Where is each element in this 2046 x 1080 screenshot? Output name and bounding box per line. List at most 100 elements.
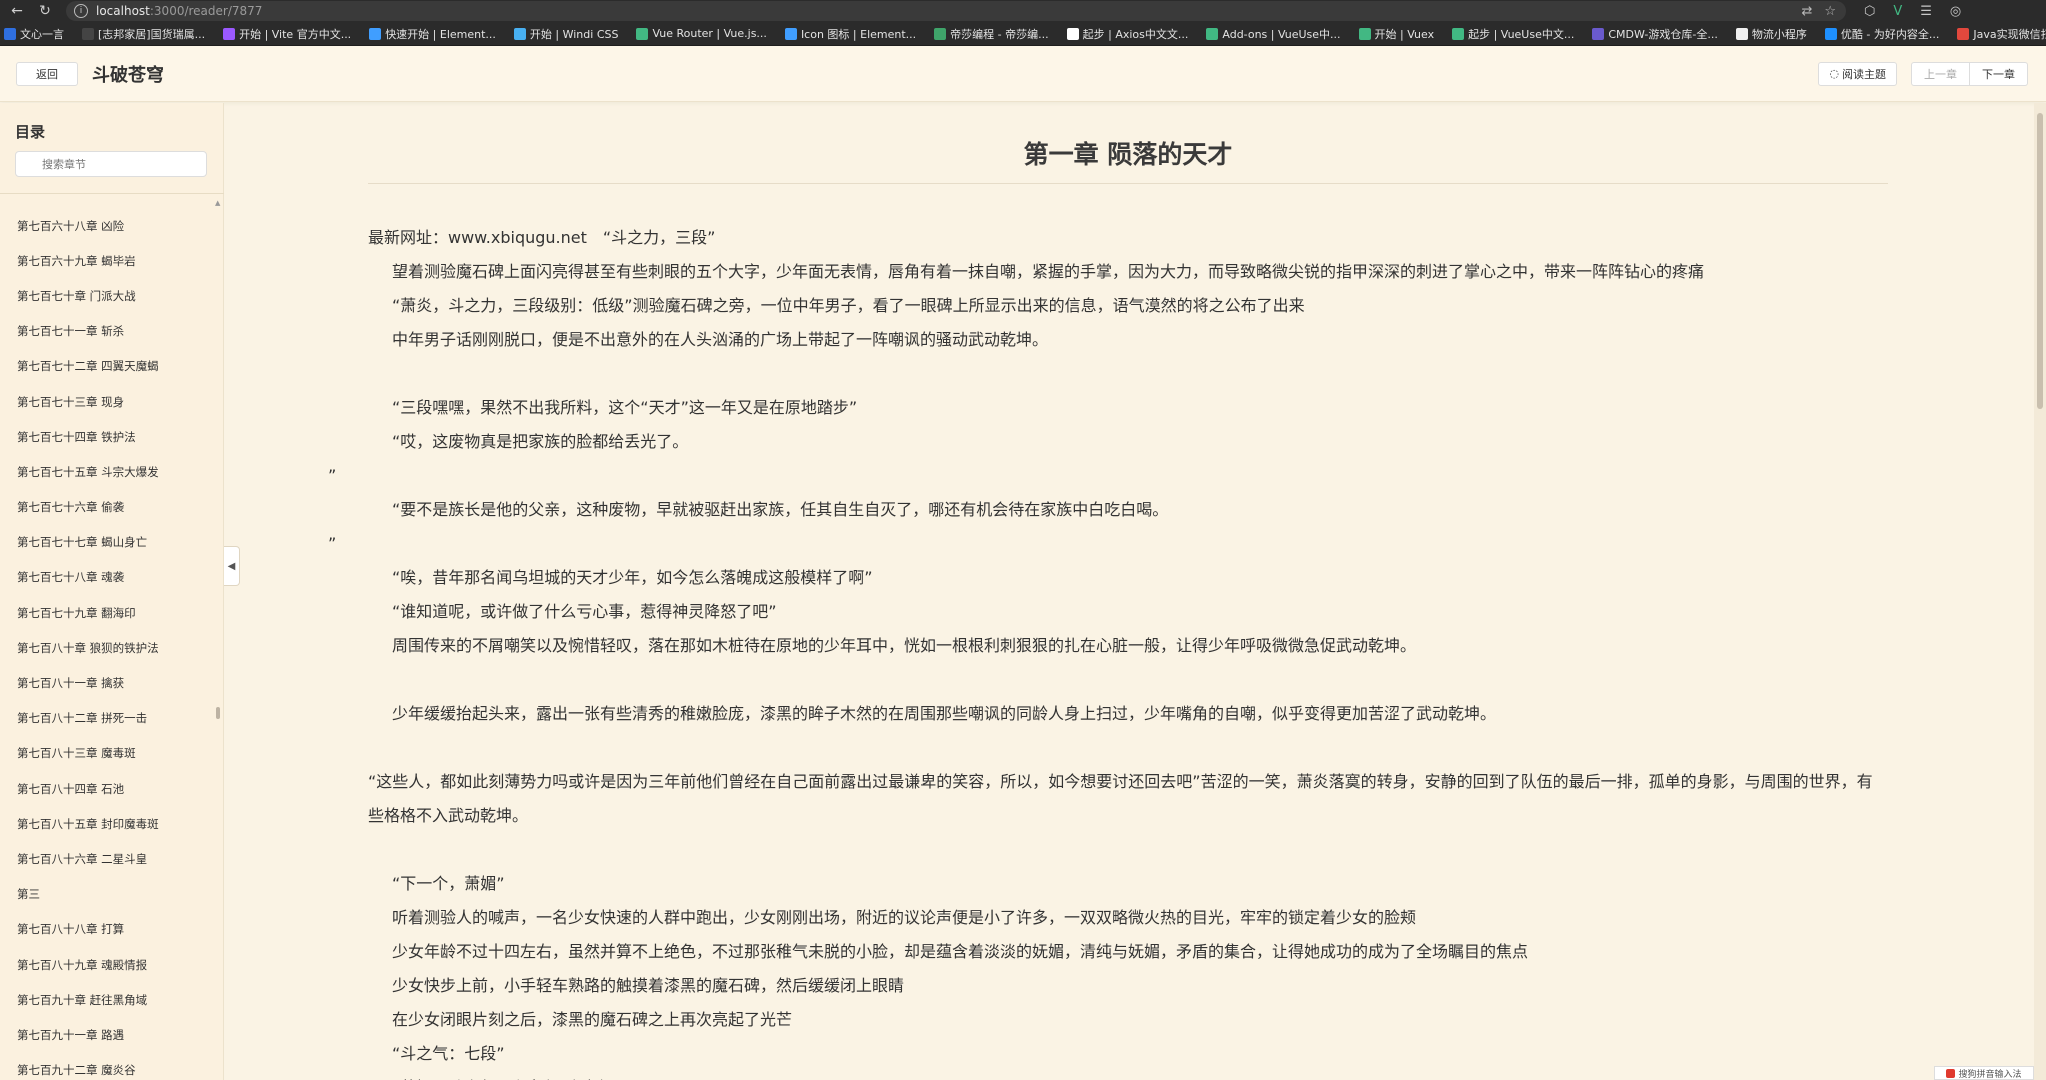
toc-item[interactable]: 第七百九十二章 魔炎谷: [0, 1053, 212, 1080]
toc-scrollbar[interactable]: ▲: [214, 195, 222, 1080]
bookmark-favicon-icon: [1452, 27, 1465, 40]
bookmark-item[interactable]: 物流小程序: [1735, 26, 1807, 42]
reader-header: 返回 斗破苍穹 ◌ 阅读主题 上一章 下一章: [0, 46, 2046, 102]
bookmark-label: Add-ons | VueUse中...: [1222, 27, 1341, 41]
paragraph: 望着测验魔石碑上面闪亮得甚至有些刺眼的五个大字，少年面无表情，唇角有着一抹自嘲，…: [392, 262, 1705, 281]
bookmark-label: Icon 图标 | Element...: [800, 27, 917, 41]
bookmark-label: Vue Router | Vue.js...: [652, 27, 767, 40]
toc-item[interactable]: 第七百八十八章 打算: [0, 912, 212, 947]
paragraph: 中年男子话刚刚脱口，便是不出意外的在人头汹涌的广场上带起了一阵嘲讽的骚动武动乾坤…: [392, 330, 1049, 349]
toc-item[interactable]: 第七百八十二章 拼死一击: [0, 701, 212, 736]
toc-item[interactable]: 第七百八十五章 封印魔毒斑: [0, 806, 212, 841]
toc-item[interactable]: 第七百七十五章 斗宗大爆发: [0, 454, 212, 489]
bookmark-favicon-icon: [369, 27, 382, 40]
bookmark-item[interactable]: Add-ons | VueUse中...: [1206, 26, 1341, 42]
bookmark-favicon-icon: [1206, 27, 1219, 40]
scroll-up-icon[interactable]: ▲: [215, 199, 220, 207]
chapter-content: 第一章 陨落的天才 最新网址：www.xbiqugu.net “斗之力，三段” 望…: [240, 103, 2034, 1080]
toc-item[interactable]: 第七百七十四章 铁护法: [0, 419, 212, 454]
paragraph: “谁知道呢，或许做了什么亏心事，惹得神灵降怒了吧”: [392, 602, 777, 621]
bookmark-item[interactable]: 起步 | Axios中文文...: [1066, 26, 1188, 42]
toc-item[interactable]: 第七百七十三章 现身: [0, 384, 212, 419]
bookmark-label: 帝莎编程 - 帝莎编...: [950, 27, 1049, 41]
bookmark-item[interactable]: [志邦家居]国货瑞属...: [82, 26, 205, 42]
bookmark-item[interactable]: 帝莎编程 - 帝莎编...: [934, 26, 1049, 42]
chevron-left-icon: ◀: [227, 560, 236, 572]
toc-item[interactable]: 第七百七十七章 蝎山身亡: [0, 525, 212, 560]
reading-theme-button[interactable]: ◌ 阅读主题: [1818, 61, 1897, 86]
bookmark-item[interactable]: 快速开始 | Element...: [369, 26, 496, 42]
back-button[interactable]: 返回: [16, 61, 78, 86]
bookmark-favicon-icon: [1824, 27, 1837, 40]
paragraph: 周围传来的不屑嘲笑以及惋惜轻叹，落在那如木桩待在原地的少年耳中，恍如一根根利刺狠…: [392, 636, 1417, 655]
bookmark-item[interactable]: 起步 | VueUse中文...: [1452, 26, 1574, 42]
paragraph: “这些人，都如此刻薄势力吗或许是因为三年前他们曾经在自己面前露出过最谦卑的笑容，…: [368, 772, 1873, 825]
content-scroll-thumb[interactable]: [2037, 113, 2043, 409]
address-bar[interactable]: i localhost:3000/reader/7877 ⇄ ☆: [66, 1, 1846, 21]
toc-scroll-thumb[interactable]: [216, 707, 220, 719]
paragraph: 听着测验人的喊声，一名少女快速的人群中跑出，少女刚刚出场，附近的议论声便是小了许…: [392, 908, 1417, 927]
bookmark-star-icon[interactable]: ☆: [1824, 4, 1836, 19]
collections-icon[interactable]: ☰: [1920, 4, 1932, 19]
chapter-pager: 上一章 下一章: [1911, 61, 2028, 86]
bookmark-label: CMDW-游戏仓库-全...: [1608, 27, 1718, 41]
toc-item[interactable]: 第七百八十九章 魂殿情报: [0, 947, 212, 982]
bookmark-favicon-icon: [784, 27, 797, 40]
toc-item[interactable]: 第七百八十章 狼狈的铁护法: [0, 630, 212, 665]
paragraph: “唉，昔年那名闻乌坦城的天才少年，如今怎么落魄成这般模样了啊”: [392, 568, 873, 587]
bookmark-favicon-icon: [4, 27, 16, 40]
collapse-sidebar-button[interactable]: ◀: [224, 546, 240, 586]
next-chapter-button[interactable]: 下一章: [1970, 61, 2028, 86]
bookmark-item[interactable]: 文心一言: [4, 26, 64, 42]
paragraph: 最新网址：www.xbiqugu.net “斗之力，三段”: [368, 228, 716, 247]
toc-item[interactable]: 第七百六十八章 凶险: [0, 208, 212, 243]
bookmark-label: 开始 | Vuex: [1374, 27, 1435, 41]
back-nav-icon[interactable]: ←: [6, 0, 28, 22]
toc-item[interactable]: 第七百八十一章 擒获: [0, 665, 212, 700]
bookmark-label: 文心一言: [20, 27, 64, 41]
toc-item[interactable]: 第七百八十四章 石池: [0, 771, 212, 806]
toc-item[interactable]: 第七百九十章 赶往黑角域: [0, 982, 212, 1017]
bookmark-item[interactable]: Java实现微信扫码支...: [1957, 26, 2046, 42]
toc-item[interactable]: 第七百七十八章 魂袭: [0, 560, 212, 595]
paragraph: ”: [328, 534, 337, 553]
bookmark-item[interactable]: 优酷 - 为好内容全...: [1824, 26, 1939, 42]
profile-icon[interactable]: ◎: [1950, 4, 1961, 19]
bookmark-favicon-icon: [513, 27, 526, 40]
bookmark-item[interactable]: CMDW-游戏仓库-全...: [1592, 26, 1718, 42]
chapter-list: 第七百六十八章 凶险 第七百六十九章 蝎毕岩 第七百七十章 门派大战 第七百七十一章 …: [0, 208, 212, 1080]
bookmark-item[interactable]: Icon 图标 | Element...: [784, 26, 917, 42]
bookmark-item[interactable]: 开始 | Vuex: [1358, 26, 1435, 42]
bookmark-item[interactable]: Vue Router | Vue.js...: [636, 27, 767, 40]
bookmark-item[interactable]: 开始 | Windi CSS: [513, 26, 618, 42]
prev-chapter-button[interactable]: 上一章: [1911, 61, 1970, 86]
toc-item[interactable]: 第七百九十一章 路遇: [0, 1017, 212, 1052]
toc-item[interactable]: 第七百七十一章 斩杀: [0, 314, 212, 349]
bookmark-item[interactable]: 开始 | Vite 官方中文...: [223, 26, 351, 42]
paragraph: 少女年龄不过十四左右，虽然并算不上绝色，不过那张稚气未脱的小脸，却是蕴含着淡淡的…: [392, 942, 1529, 961]
bookmark-favicon-icon: [1735, 27, 1748, 40]
vue-devtools-icon[interactable]: V: [1893, 4, 1902, 19]
chapter-search-input[interactable]: [15, 151, 207, 177]
theme-icon: ◌: [1829, 67, 1839, 80]
site-info-icon[interactable]: i: [74, 4, 88, 18]
toc-divider: [0, 193, 224, 194]
toc-item[interactable]: 第七百八十六章 二星斗皇: [0, 841, 212, 876]
translate-icon[interactable]: ⇄: [1801, 4, 1812, 19]
bookmark-label: 物流小程序: [1751, 27, 1807, 41]
toc-item[interactable]: 第七百七十章 门派大战: [0, 278, 212, 313]
toc-item[interactable]: 第七百七十六章 偷袭: [0, 490, 212, 525]
content-scrollbar[interactable]: [2034, 103, 2046, 1080]
toc-item[interactable]: 第七百六十九章 蝎毕岩: [0, 243, 212, 278]
toc-item[interactable]: 第七百七十二章 四翼天魔蝎: [0, 349, 212, 384]
bookmark-label: 起步 | VueUse中文...: [1468, 27, 1575, 41]
sogou-icon: [1946, 1068, 1956, 1078]
reload-icon[interactable]: ↻: [34, 0, 56, 22]
paragraph: “斗之气：七段”: [392, 1044, 505, 1063]
toc-item[interactable]: 第三: [0, 877, 212, 912]
extension-icon[interactable]: ⬡: [1864, 4, 1875, 19]
toc-item[interactable]: 第七百七十九章 翻海印: [0, 595, 212, 630]
toc-item[interactable]: 第七百八十三章 魔毒斑: [0, 736, 212, 771]
